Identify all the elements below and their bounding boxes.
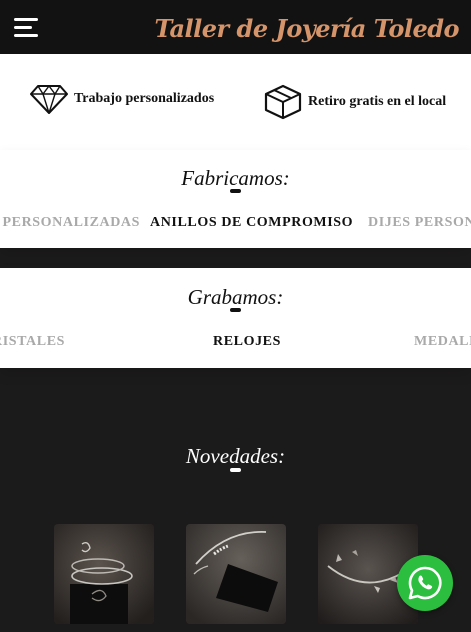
feature-label: Trabajo personalizados: [74, 91, 215, 106]
fabricamos-section: Fabricamos: S PERSONALIZADAS ANILLOS DE …: [0, 150, 471, 248]
whatsapp-button[interactable]: [397, 555, 453, 611]
diamond-icon: [30, 84, 68, 114]
features-bar: Trabajo personalizados Retiro gratis en …: [0, 54, 471, 150]
fabricamos-title: Fabricamos:: [181, 166, 290, 190]
product-thumbnail[interactable]: [54, 524, 154, 624]
product-thumbnail[interactable]: [186, 524, 286, 624]
title-underline: [230, 189, 241, 193]
top-bar: Taller de Joyería Toledo: [0, 0, 471, 54]
carousel-item[interactable]: RISTALES: [0, 334, 65, 350]
grabamos-title: Grabamos:: [187, 285, 284, 309]
novedades-title: Novedades:: [185, 444, 286, 468]
hamburger-menu-icon[interactable]: [14, 18, 38, 38]
whatsapp-icon: [408, 566, 442, 600]
feature-free-pickup: Retiro gratis en el local: [264, 84, 446, 120]
bracelet-photo-1: [54, 524, 154, 624]
brand-title[interactable]: Taller de Joyería Toledo: [154, 14, 459, 43]
grabamos-section: Grabamos: RISTALES RELOJES MEDALL: [0, 268, 471, 368]
carousel-item[interactable]: S PERSONALIZADAS: [0, 215, 140, 231]
carousel-item-active[interactable]: ANILLOS DE COMPROMISO: [150, 215, 353, 231]
feature-custom-work: Trabajo personalizados: [30, 84, 214, 114]
carousel-item[interactable]: DIJES PERSONA: [368, 215, 471, 231]
title-underline: [230, 468, 241, 472]
bracelet-photo-2: [186, 524, 286, 624]
feature-label: Retiro gratis en el local: [308, 94, 447, 109]
title-underline: [230, 308, 241, 312]
carousel-item-active[interactable]: RELOJES: [213, 334, 281, 350]
box-icon: [264, 84, 302, 120]
carousel-item[interactable]: MEDALL: [414, 334, 471, 350]
